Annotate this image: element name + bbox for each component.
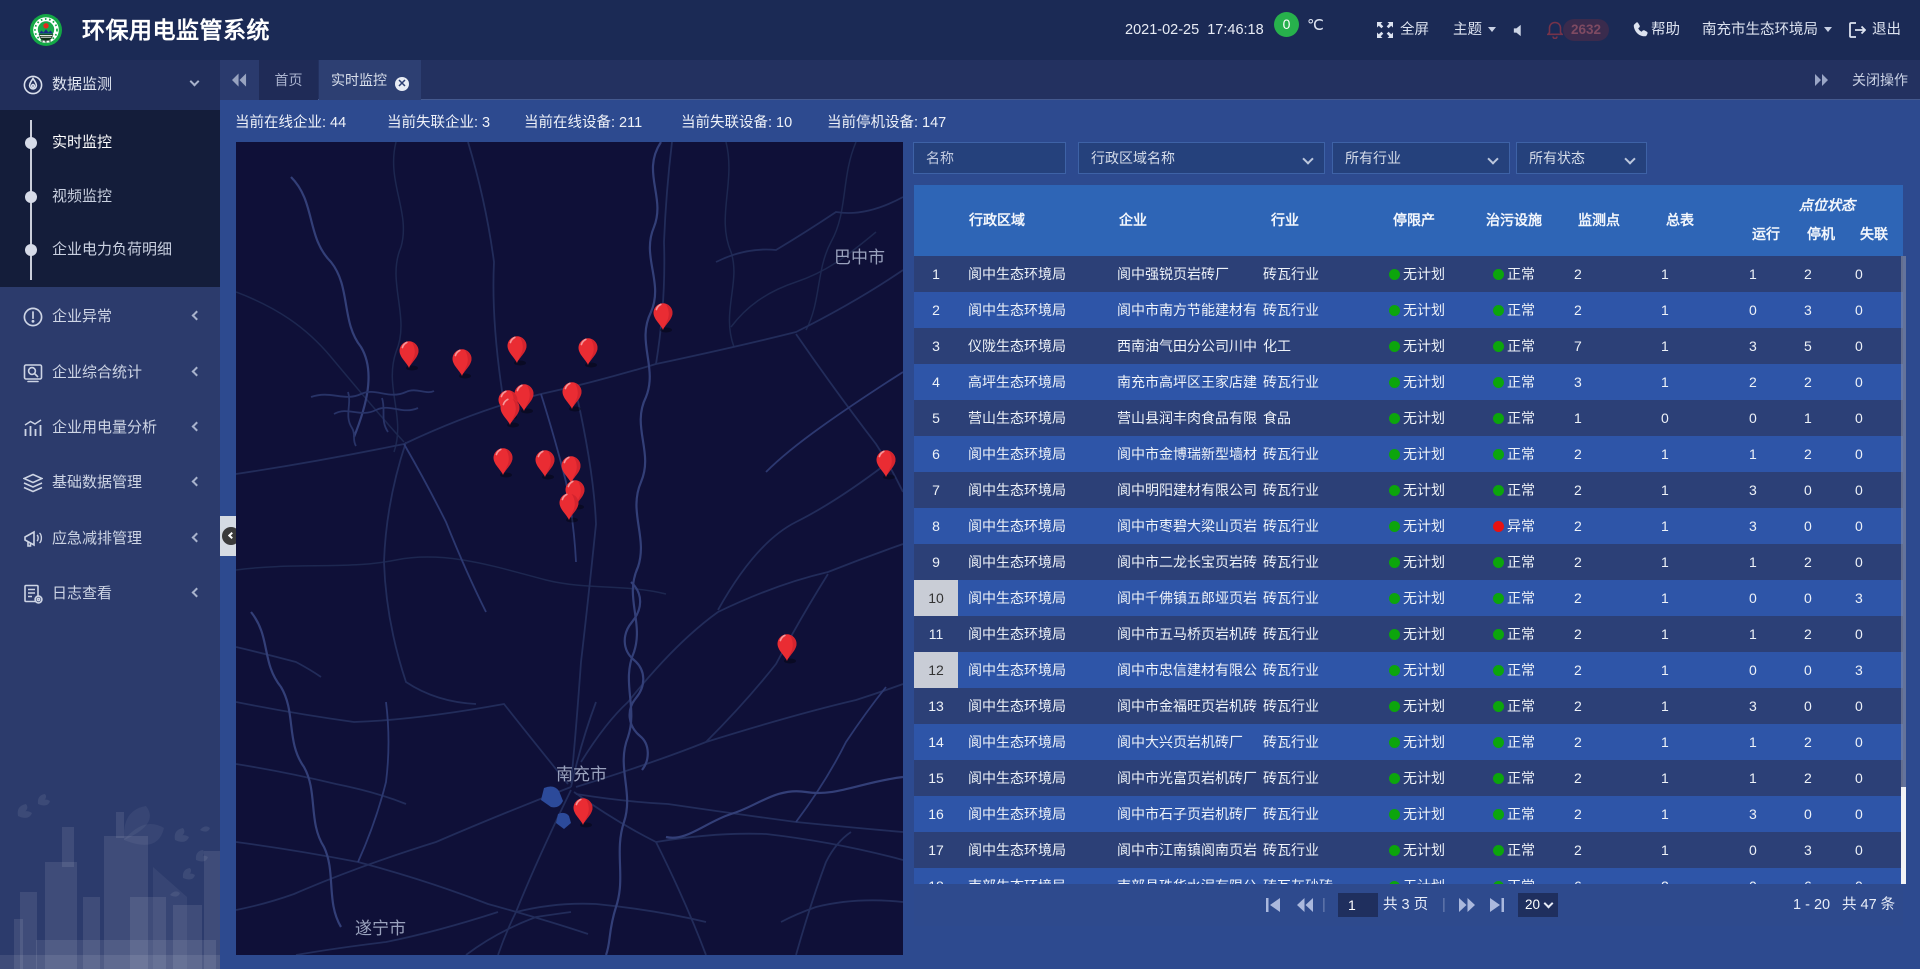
svg-text:南充市: 南充市 bbox=[556, 765, 607, 784]
svg-text:巴中市: 巴中市 bbox=[834, 248, 885, 267]
svg-text:遂宁市: 遂宁市 bbox=[355, 919, 406, 938]
